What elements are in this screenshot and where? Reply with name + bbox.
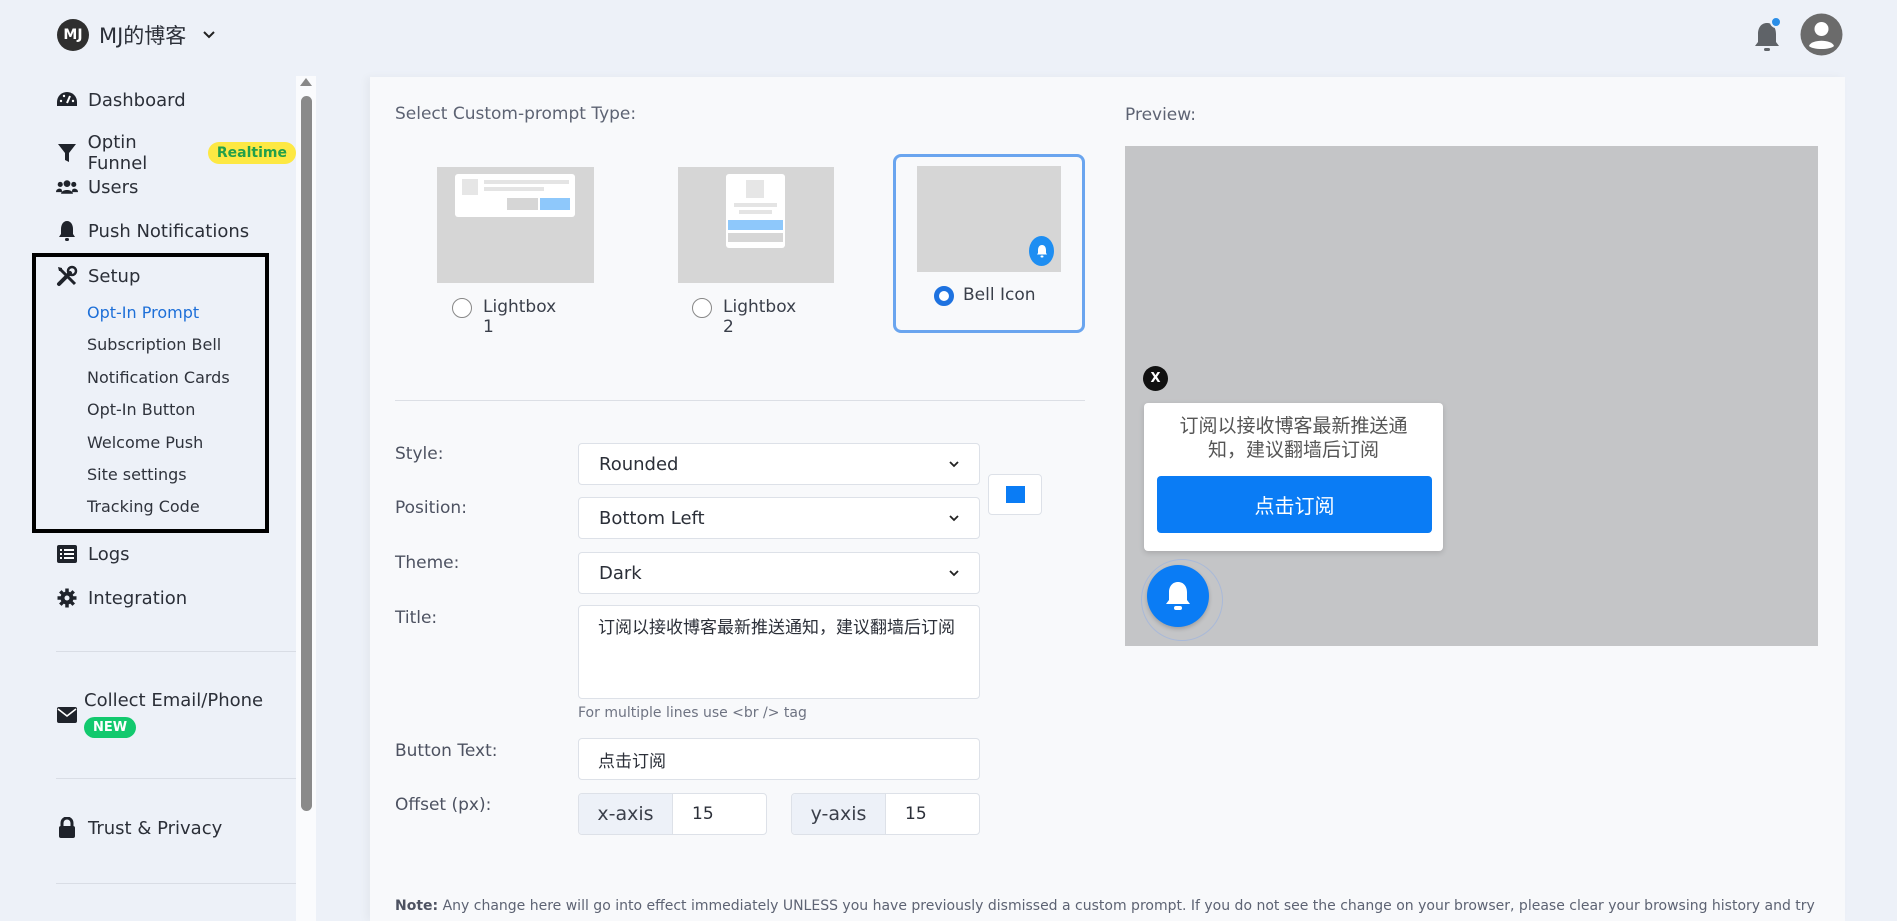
y-axis-addon: y-axis — [792, 794, 886, 834]
sidebar-item-trust-privacy[interactable]: Trust & Privacy — [56, 817, 222, 839]
chevron-down-icon — [203, 31, 216, 39]
y-axis-offset-group: y-axis 15 — [791, 793, 980, 835]
x-axis-addon: x-axis — [579, 794, 673, 834]
sidebar-item-label: Push Notifications — [88, 220, 250, 242]
lightbox-2-radio[interactable] — [692, 298, 712, 318]
lightbox-1-thumbnail[interactable] — [437, 167, 594, 283]
button-text-label: Button Text: — [395, 741, 498, 761]
sidebar-item-setup[interactable]: Setup — [56, 265, 140, 287]
sidebar-item-label: Dashboard — [88, 89, 186, 111]
position-select-value: Bottom Left — [599, 507, 705, 529]
theme-label: Theme: — [395, 553, 460, 573]
sidebar-item-integration[interactable]: Integration — [56, 587, 187, 609]
lightbox-1-label: Lightbox 1 — [483, 297, 557, 337]
title-label: Title: — [395, 608, 438, 628]
sidebar-subitem-tracking-code[interactable]: Tracking Code — [87, 497, 200, 516]
gear-icon — [56, 587, 78, 609]
lightbox-1-radio[interactable] — [452, 298, 472, 318]
x-axis-offset-group: x-axis 15 — [578, 793, 767, 835]
preview-label: Preview: — [1125, 105, 1196, 125]
chevron-down-icon — [949, 570, 959, 577]
position-label: Position: — [395, 498, 467, 518]
site-switcher[interactable]: MJ MJ的博客 — [57, 19, 216, 51]
funnel-icon — [56, 142, 78, 164]
scrollbar-thumb[interactable] — [301, 96, 312, 811]
title-hint: For multiple lines use <br /> tag — [578, 705, 807, 721]
chevron-down-icon — [949, 515, 959, 522]
lightbox-2-thumbnail[interactable] — [678, 167, 834, 283]
sidebar-item-label: Collect Email/Phone — [84, 690, 264, 711]
site-avatar: MJ — [57, 19, 89, 51]
setup-highlight-box — [32, 253, 269, 533]
offset-label: Offset (px): — [395, 795, 492, 815]
preview-subscribe-button[interactable]: 点击订阅 — [1157, 476, 1432, 533]
section-divider — [395, 400, 1085, 401]
opt-in-prompt-panel: Select Custom-prompt Type: Lightbox 1 Li… — [370, 77, 1845, 921]
y-axis-input[interactable]: 15 — [886, 794, 979, 834]
user-account-icon[interactable] — [1800, 13, 1843, 56]
style-select[interactable]: Rounded — [578, 443, 980, 485]
envelope-icon — [56, 704, 78, 726]
sidebar-subitem-notification-cards[interactable]: Notification Cards — [87, 368, 230, 387]
bell-icon-label: Bell Icon — [963, 285, 1036, 305]
scroll-up-arrow-icon[interactable] — [300, 78, 312, 86]
sidebar-item-logs[interactable]: Logs — [56, 543, 130, 565]
sidebar-item-users[interactable]: Users — [56, 176, 138, 198]
theme-color-swatch — [1005, 486, 1025, 503]
lock-icon — [56, 817, 78, 839]
dashboard-icon — [56, 89, 78, 111]
note-label: Note: — [395, 898, 439, 914]
new-badge: NEW — [84, 717, 137, 738]
style-select-value: Rounded — [599, 453, 679, 475]
sidebar-item-label: Setup — [88, 265, 141, 287]
bell-icon-thumbnail[interactable] — [917, 166, 1061, 272]
sidebar-item-collect-email-phone[interactable]: Collect Email/Phone NEW — [56, 690, 264, 738]
sidebar-item-optin-funnel[interactable]: Optin Funnel Realtime — [56, 132, 296, 174]
sidebar-item-label: Optin Funnel — [87, 132, 148, 174]
note-body: Any change here will go into effect imme… — [438, 898, 1815, 914]
sidebar-divider — [56, 651, 296, 652]
sidebar-item-label: Users — [88, 176, 139, 198]
note-text: Note: Any change here will go into effec… — [395, 898, 1815, 914]
preview-close-button[interactable]: X — [1143, 366, 1168, 391]
site-name: MJ的博客 — [99, 24, 187, 48]
custom-prompt-type-label: Select Custom-prompt Type: — [395, 104, 637, 124]
theme-color-picker[interactable] — [988, 474, 1042, 515]
sidebar-subitem-welcome-push[interactable]: Welcome Push — [87, 433, 203, 452]
sidebar-subitem-opt-in-prompt[interactable]: Opt-In Prompt — [87, 303, 199, 322]
sidebar-divider — [56, 883, 296, 884]
position-select[interactable]: Bottom Left — [578, 497, 980, 539]
sidebar: Dashboard Optin Funnel Realtime Users Pu… — [0, 70, 296, 921]
sidebar-subitem-opt-in-button[interactable]: Opt-In Button — [87, 400, 195, 419]
sidebar-item-label: Logs — [88, 543, 130, 565]
x-axis-input[interactable]: 15 — [673, 794, 766, 834]
theme-select[interactable]: Dark — [578, 552, 980, 594]
tools-icon — [56, 265, 78, 287]
realtime-badge: Realtime — [207, 142, 296, 164]
users-icon — [56, 176, 78, 198]
bell-icon-radio[interactable] — [934, 286, 954, 306]
sidebar-item-dashboard[interactable]: Dashboard — [56, 89, 186, 111]
sidebar-item-push-notifications[interactable]: Push Notifications — [56, 220, 249, 242]
bell-icon — [1166, 582, 1190, 610]
theme-select-value: Dark — [599, 562, 642, 584]
sidebar-divider — [56, 778, 296, 779]
sidebar-item-label: Integration — [88, 587, 188, 609]
notification-dot — [1770, 16, 1782, 28]
sidebar-subitem-subscription-bell[interactable]: Subscription Bell — [87, 335, 221, 354]
chevron-down-icon — [949, 461, 959, 468]
preview-area: X 订阅以接收博客最新推送通知，建议翻墙后订阅 点击订阅 — [1125, 146, 1818, 646]
button-text-input[interactable]: 点击订阅 — [578, 738, 980, 780]
bell-icon — [56, 220, 78, 242]
sidebar-subitem-site-settings[interactable]: Site settings — [87, 465, 187, 484]
sidebar-item-label: Trust & Privacy — [88, 817, 223, 839]
title-textarea[interactable]: 订阅以接收博客最新推送通知，建议翻墙后订阅 — [578, 605, 980, 699]
list-icon — [56, 543, 78, 565]
preview-popup: 订阅以接收博客最新推送通知，建议翻墙后订阅 点击订阅 — [1144, 403, 1443, 551]
preview-bell-button[interactable] — [1147, 565, 1209, 627]
style-label: Style: — [395, 444, 444, 464]
preview-popup-title: 订阅以接收博客最新推送通知，建议翻墙后订阅 — [1179, 415, 1408, 461]
bell-thumbnail-icon — [1029, 236, 1054, 266]
lightbox-2-label: Lightbox 2 — [723, 297, 797, 337]
